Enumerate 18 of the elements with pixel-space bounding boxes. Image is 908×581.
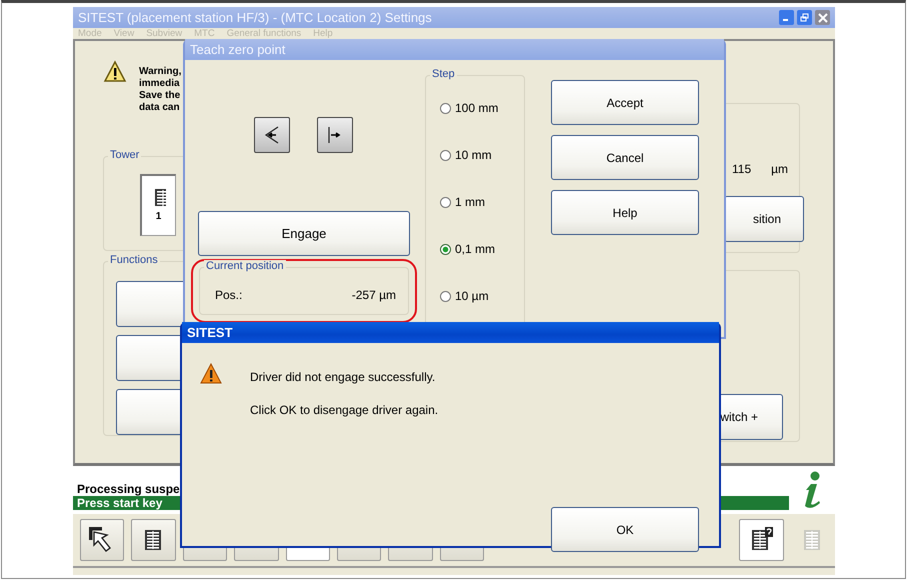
dialog-title: Teach zero point	[190, 40, 286, 59]
group-label: Step	[430, 68, 457, 81]
status-message: Processing suspe	[76, 482, 181, 496]
message-text: Driver did not engage successfully.	[250, 369, 436, 386]
unit-label: µm	[771, 161, 788, 178]
radio-label: 100 mm	[455, 100, 498, 117]
offset-value: 115	[732, 161, 752, 178]
window-title: SITEST (placement station HF/3) - (MTC Location 2) Settings	[78, 8, 432, 27]
warning-text: Warning, immedia Save the data can	[139, 66, 182, 114]
dialog-title: SITEST	[187, 324, 233, 342]
position-label: Pos.:	[215, 287, 242, 304]
radio-label: 10 µm	[455, 288, 489, 305]
group-label: Current position	[204, 260, 286, 273]
message-text: Click OK to disengage driver again.	[250, 402, 438, 419]
radio-label: 10 mm	[455, 147, 492, 164]
radio-label: 0,1 mm	[455, 241, 496, 258]
radio-label: 1 mm	[455, 194, 485, 211]
position-value: -257 µm	[352, 287, 396, 304]
